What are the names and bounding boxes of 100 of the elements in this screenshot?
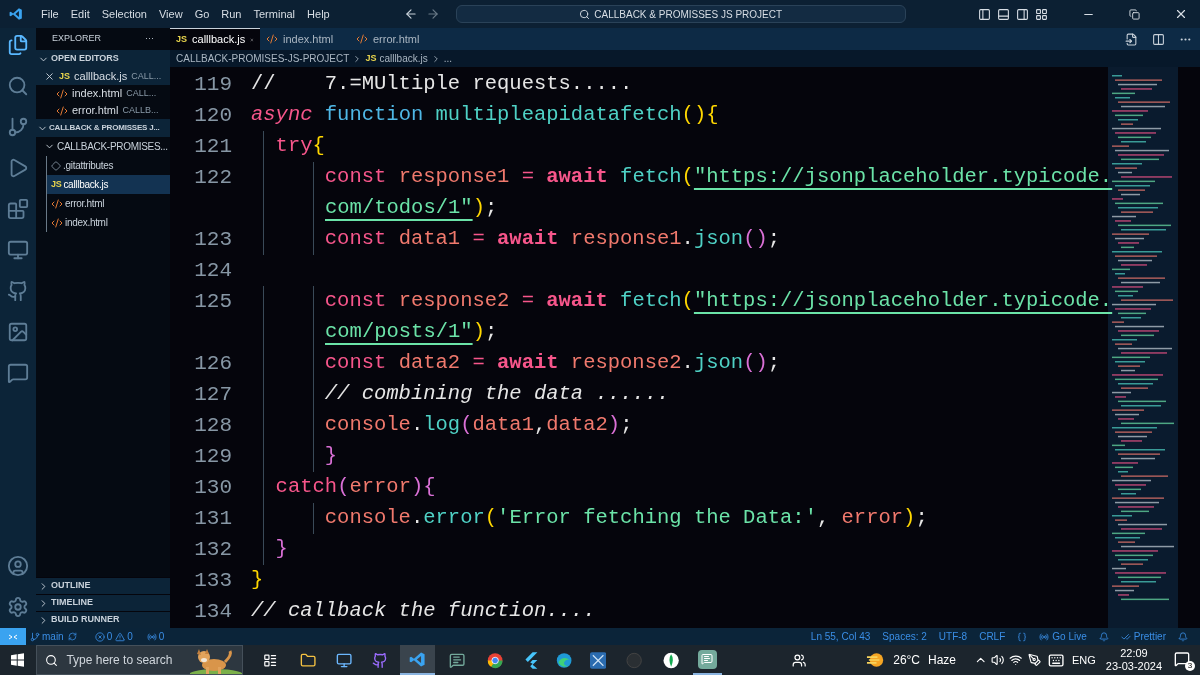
leaf-app-icon[interactable] <box>662 651 679 669</box>
windows-start-icon[interactable] <box>11 653 25 667</box>
menu-item[interactable]: File <box>35 5 65 23</box>
braces-icon[interactable] <box>1017 631 1028 642</box>
error-icon[interactable] <box>94 631 105 642</box>
tree-item[interactable]: CALLBACK-PROMISES... <box>36 137 170 156</box>
branch-name[interactable]: main <box>42 629 64 644</box>
clock-time[interactable]: 22:09 <box>1120 647 1148 660</box>
status-item[interactable]: Spaces: 2 <box>882 629 927 644</box>
error-count[interactable]: 0 <box>106 629 113 644</box>
menu-item[interactable]: Run <box>215 5 248 23</box>
folder-icon[interactable] <box>299 651 316 669</box>
toggle-secondary-sidebar-icon[interactable] <box>1016 7 1029 21</box>
chat-app-icon[interactable] <box>448 651 466 669</box>
double-check-icon[interactable] <box>1120 631 1131 642</box>
breadcrumb-item[interactable]: CALLBACK-PROMISES-JS-PROJECT <box>176 51 350 66</box>
flutter-icon[interactable] <box>523 651 538 669</box>
menu-item[interactable]: Terminal <box>247 5 302 23</box>
computer-icon[interactable] <box>335 651 353 669</box>
branch-icon[interactable] <box>30 631 40 642</box>
sync-icon[interactable] <box>67 632 77 641</box>
section-header[interactable]: BUILD RUNNER <box>36 611 170 628</box>
edge-browser-icon[interactable] <box>555 651 573 669</box>
task-view-icon[interactable] <box>263 652 278 668</box>
section-header[interactable]: TIMELINE <box>36 594 170 611</box>
toggle-sidebar-icon[interactable] <box>978 7 991 21</box>
editor-tab[interactable]: JS calllback.js <box>170 28 260 50</box>
app-logo-icon[interactable] <box>9 7 23 21</box>
code-token: } <box>323 443 338 470</box>
volume-icon[interactable] <box>991 653 1005 667</box>
keyboard-icon[interactable] <box>1047 651 1064 669</box>
github-icon[interactable] <box>7 280 29 302</box>
status-item[interactable]: UTF-8 <box>938 629 968 644</box>
menu-item[interactable]: Selection <box>95 5 153 23</box>
go-live-button[interactable]: Go Live <box>1052 629 1087 644</box>
code-editor-taskbar-icon[interactable] <box>400 645 435 675</box>
tree-item[interactable]: JS calllback.js <box>47 175 170 194</box>
toggle-panel-icon[interactable] <box>997 7 1010 21</box>
editor-tab[interactable]: error.html <box>350 28 440 50</box>
ports-icon[interactable] <box>146 631 157 642</box>
status-item[interactable]: CRLF <box>979 629 1006 644</box>
command-center-search[interactable]: CALLBACK & PROMISSES JS PROJECT <box>455 5 906 23</box>
prettier-button[interactable]: Prettier <box>1133 629 1166 644</box>
warning-icon[interactable] <box>115 631 126 642</box>
tree-item[interactable]: .gitattributes <box>47 156 170 175</box>
menu-item[interactable]: Edit <box>64 5 96 23</box>
network-app-icon[interactable] <box>590 651 607 669</box>
close-icon[interactable] <box>44 71 55 82</box>
open-editor-item[interactable]: JS calllback.js CALL... <box>36 68 170 85</box>
back-arrow-icon[interactable] <box>403 7 418 21</box>
menu-item[interactable]: View <box>152 5 189 23</box>
code-token: } <box>274 536 288 563</box>
weather-condition[interactable]: Haze <box>928 651 957 669</box>
code-token: console <box>323 505 411 532</box>
menu-item[interactable]: Go <box>188 5 216 23</box>
breadcrumb-item[interactable]: calllback.js <box>379 51 428 66</box>
tree-item[interactable]: index.html <box>47 213 170 232</box>
extensions-icon[interactable] <box>7 198 29 220</box>
chat-icon[interactable] <box>7 362 29 384</box>
split-editor-icon[interactable] <box>1152 32 1165 46</box>
restore-icon[interactable] <box>1129 8 1140 20</box>
browser-icon[interactable] <box>487 651 504 669</box>
section-header[interactable]: CALLBACK & PROMISSES J... <box>36 119 170 137</box>
status-item[interactable]: Ln 55, Col 43 <box>810 629 871 644</box>
taskbar-search-field[interactable]: Type here to search <box>36 645 244 675</box>
remote-explorer-icon[interactable] <box>7 239 29 261</box>
search-icon[interactable] <box>7 75 29 97</box>
temperature[interactable]: 26°C <box>893 651 921 669</box>
ports-count[interactable]: 0 <box>158 629 165 644</box>
editor-tab[interactable]: index.html <box>260 28 350 50</box>
github-icon[interactable] <box>372 651 389 669</box>
warning-count[interactable]: 0 <box>127 629 133 644</box>
code-token: = <box>520 288 534 315</box>
notification-center-icon[interactable]: 3 <box>1174 651 1193 669</box>
broadcast-icon[interactable] <box>1039 631 1050 642</box>
forward-arrow-icon[interactable] <box>425 7 440 21</box>
open-editor-item[interactable]: error.html CALLB... <box>36 102 170 119</box>
open-file-icon[interactable] <box>1125 32 1138 46</box>
weather-icon[interactable] <box>866 651 886 669</box>
language-indicator[interactable]: ENG <box>1071 651 1096 669</box>
layout-icon[interactable] <box>1035 7 1048 21</box>
open-editor-item[interactable]: index.html CALL... <box>36 85 170 102</box>
clock-date[interactable]: 23-03-2024 <box>1105 660 1163 673</box>
breadcrumb-item[interactable]: ... <box>443 51 453 66</box>
tree-item[interactable]: error.html <box>47 194 170 213</box>
settings-icon[interactable] <box>7 596 29 618</box>
source-control-icon[interactable] <box>7 116 29 138</box>
close-icon[interactable] <box>1174 7 1188 21</box>
explorer-icon[interactable] <box>7 34 29 56</box>
image-icon[interactable] <box>7 321 29 343</box>
section-header[interactable]: OUTLINE <box>36 577 170 594</box>
more-actions[interactable]: ··· <box>145 32 154 46</box>
people-icon[interactable] <box>791 652 807 668</box>
section-header[interactable]: OPEN EDITORS <box>36 50 170 68</box>
code-token: data2 <box>397 350 461 377</box>
accounts-icon[interactable] <box>7 555 29 577</box>
pen-icon[interactable] <box>1028 653 1042 667</box>
network-icon[interactable] <box>1008 653 1023 667</box>
menu-item[interactable]: Help <box>301 5 336 23</box>
notifications-icon[interactable] <box>1178 631 1188 642</box>
